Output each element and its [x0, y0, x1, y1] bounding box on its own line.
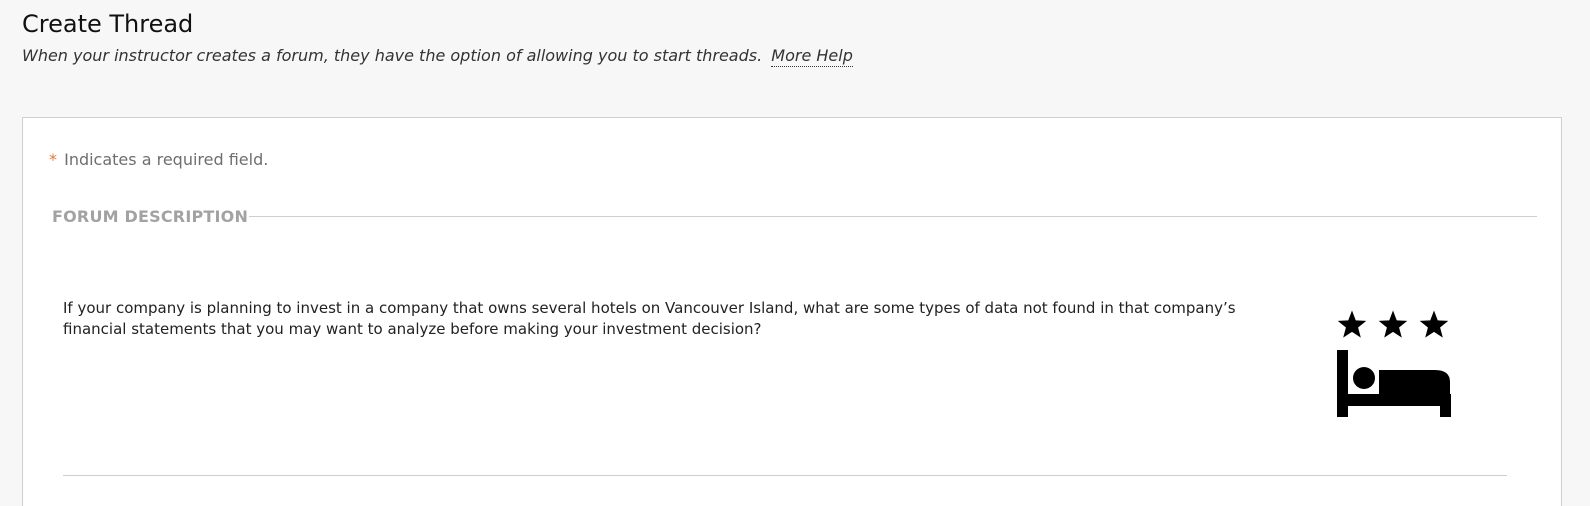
required-field-note: * Indicates a required field. [49, 150, 268, 169]
page-subtitle-text: When your instructor creates a forum, th… [22, 46, 763, 65]
create-thread-page: Create Thread When your instructor creat… [0, 0, 1590, 506]
section-divider [249, 216, 1537, 217]
bed-frame [1337, 394, 1451, 406]
forum-description-heading: FORUM DESCRIPTION [52, 207, 249, 226]
page-subtitle: When your instructor creates a forum, th… [22, 46, 853, 67]
more-help-link[interactable]: More Help [771, 46, 853, 67]
required-field-text: Indicates a required field. [64, 150, 269, 169]
bed-leg [1440, 394, 1451, 417]
bed-headboard [1337, 350, 1348, 417]
star-icon [1337, 310, 1367, 338]
pillow-head [1353, 367, 1375, 389]
star-icon [1378, 310, 1408, 338]
forum-description-text: If your company is planning to invest in… [63, 299, 1236, 338]
bed-blanket [1379, 370, 1450, 394]
hotel-three-star-icon [1337, 310, 1451, 417]
required-star: * [49, 150, 57, 169]
page-title: Create Thread [22, 10, 194, 38]
bottom-divider [63, 475, 1507, 476]
star-icon [1419, 310, 1449, 338]
thread-form-panel: * Indicates a required field. FORUM DESC… [22, 117, 1562, 506]
